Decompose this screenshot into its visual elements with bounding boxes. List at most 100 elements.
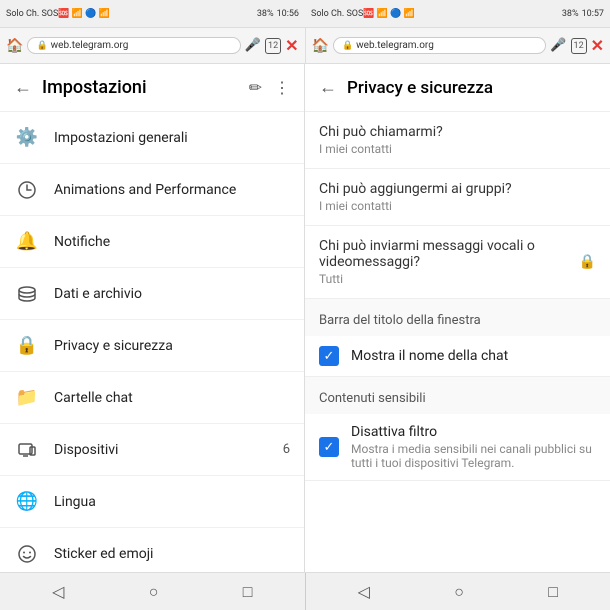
- left-home-icon[interactable]: 🏠: [6, 38, 23, 54]
- right-mic-icon[interactable]: 🎤: [550, 38, 566, 53]
- right-close-icon[interactable]: ✕: [591, 36, 604, 55]
- toggle-mostra-nome-chat[interactable]: ✓ Mostra il nome della chat: [305, 336, 610, 377]
- chi-puo-chiamarmi-title: Chi può chiamarmi?: [319, 124, 596, 140]
- settings-item-dispositivi[interactable]: Dispositivi 6: [0, 424, 304, 476]
- left-status-bar: Solo Ch. SOS🆘 📶 🔵 📶 38% 10:56: [0, 0, 305, 28]
- left-header-actions: ✏ ⋮: [249, 78, 290, 97]
- mostra-nome-chat-text: Mostra il nome della chat: [351, 348, 596, 364]
- disattiva-filtro-text: Disattiva filtro Mostra i media sensibil…: [351, 424, 596, 470]
- toggle-disattiva-filtro[interactable]: ✓ Disattiva filtro Mostra i media sensib…: [305, 414, 610, 481]
- left-url-text: web.telegram.org: [51, 40, 129, 51]
- chi-puo-aggiungermi-value: I miei contatti: [319, 199, 596, 213]
- left-url-bar[interactable]: 🏠 🔒 web.telegram.org 🎤 12 ✕: [0, 28, 306, 63]
- chi-puo-inviarmi-title: Chi può inviarmi messaggi vocali o video…: [319, 238, 573, 270]
- mostra-nome-chat-checkbox[interactable]: ✓: [319, 346, 339, 366]
- left-bottom-nav: ◁ ○ □: [0, 573, 306, 610]
- animations-label: Animations and Performance: [54, 182, 290, 198]
- privacy-sicurezza-icon: 🔒: [14, 333, 40, 359]
- chi-puo-inviarmi-value: Tutti: [319, 272, 573, 286]
- right-url-bar[interactable]: 🏠 🔒 web.telegram.org 🎤 12 ✕: [306, 28, 610, 63]
- left-nav-square[interactable]: □: [235, 578, 261, 606]
- right-nav-square[interactable]: □: [540, 578, 566, 606]
- barra-titolo-section-header: Barra del titolo della finestra: [305, 299, 610, 336]
- dispositivi-label: Dispositivi: [54, 442, 269, 458]
- left-nav-back[interactable]: ◁: [44, 578, 72, 605]
- privacy-item-chi-puo-chiamarmi[interactable]: Chi può chiamarmi? I miei contatti: [305, 112, 610, 169]
- impostazioni-generali-icon: ⚙️: [14, 125, 40, 151]
- cartelle-chat-label: Cartelle chat: [54, 390, 290, 406]
- dispositivi-badge: 6: [283, 442, 290, 457]
- chi-puo-chiamarmi-value: I miei contatti: [319, 142, 596, 156]
- privacy-sicurezza-label: Privacy e sicurezza: [54, 338, 290, 354]
- edit-icon[interactable]: ✏: [249, 78, 262, 97]
- disattiva-filtro-sublabel: Mostra i media sensibili nei canali pubb…: [351, 442, 596, 470]
- right-url-actions: 🎤 12 ✕: [550, 36, 604, 55]
- right-nav-home[interactable]: ○: [446, 578, 472, 606]
- dati-archivio-label: Dati e archivio: [54, 286, 290, 302]
- right-status-bar: Solo Ch. SOS🆘 📶 🔵 📶 38% 10:57: [305, 0, 610, 28]
- notifiche-label: Notifiche: [54, 234, 290, 250]
- privacy-item-chi-puo-inviarmi[interactable]: Chi può inviarmi messaggi vocali o video…: [305, 226, 610, 299]
- left-tab-count[interactable]: 12: [265, 38, 281, 54]
- left-close-icon[interactable]: ✕: [285, 36, 298, 55]
- settings-item-animations-performance[interactable]: Animations and Performance: [0, 164, 304, 216]
- right-panel-header: ← Privacy e sicurezza: [305, 64, 610, 112]
- right-battery: 38%: [562, 9, 579, 19]
- impostazioni-generali-label: Impostazioni generali: [54, 130, 290, 146]
- mostra-nome-chat-label: Mostra il nome della chat: [351, 348, 596, 364]
- left-panel-title: Impostazioni: [42, 77, 239, 98]
- settings-item-impostazioni-generali[interactable]: ⚙️ Impostazioni generali: [0, 112, 304, 164]
- dispositivi-icon: [14, 437, 40, 463]
- left-address-bar[interactable]: 🔒 web.telegram.org: [27, 37, 240, 54]
- cartelle-chat-icon: 📁: [14, 385, 40, 411]
- main-panels: ← Impostazioni ✏ ⋮ ⚙️ Impostazioni gener…: [0, 64, 610, 572]
- right-tab-count[interactable]: 12: [571, 38, 587, 54]
- right-url-text: web.telegram.org: [356, 40, 434, 51]
- settings-item-sticker-emoji[interactable]: Sticker ed emoji: [0, 528, 304, 572]
- disattiva-filtro-label: Disattiva filtro: [351, 424, 596, 440]
- right-bottom-nav: ◁ ○ □: [306, 573, 610, 610]
- chi-puo-inviarmi-row: Chi può inviarmi messaggi vocali o video…: [319, 238, 596, 286]
- right-lock-icon: 🔒: [342, 41, 353, 51]
- left-url-actions: 🎤 12 ✕: [245, 36, 299, 55]
- settings-item-privacy-sicurezza[interactable]: 🔒 Privacy e sicurezza: [0, 320, 304, 372]
- right-content: Chi può chiamarmi? I miei contatti Chi p…: [305, 112, 610, 572]
- left-status-time: 38% 10:56: [257, 9, 299, 19]
- notifiche-icon: 🔔: [14, 229, 40, 255]
- right-status-time: 38% 10:57: [562, 9, 604, 19]
- dati-archivio-icon: [14, 281, 40, 307]
- lingua-label: Lingua: [54, 494, 290, 510]
- right-nav-back[interactable]: ◁: [350, 578, 378, 605]
- disattiva-filtro-checkbox[interactable]: ✓: [319, 437, 339, 457]
- chi-puo-aggiungermi-title: Chi può aggiungermi ai gruppi?: [319, 181, 596, 197]
- more-icon[interactable]: ⋮: [274, 78, 290, 97]
- settings-list: ⚙️ Impostazioni generali Animations and …: [0, 112, 304, 572]
- settings-item-notifiche[interactable]: 🔔 Notifiche: [0, 216, 304, 268]
- url-bars: 🏠 🔒 web.telegram.org 🎤 12 ✕ 🏠 🔒 web.tele…: [0, 28, 610, 64]
- sticker-emoji-label: Sticker ed emoji: [54, 546, 290, 562]
- left-battery: 38%: [257, 9, 274, 19]
- contenuti-sensibili-section-header: Contenuti sensibili: [305, 377, 610, 414]
- left-status-info: Solo Ch. SOS🆘 📶 🔵 📶: [6, 9, 110, 19]
- left-mic-icon[interactable]: 🎤: [245, 38, 261, 53]
- sticker-emoji-icon: [14, 541, 40, 567]
- animations-icon: [14, 177, 40, 203]
- settings-item-cartelle-chat[interactable]: 📁 Cartelle chat: [0, 372, 304, 424]
- right-back-button[interactable]: ←: [319, 77, 337, 98]
- right-panel: ← Privacy e sicurezza Chi può chiamarmi?…: [305, 64, 610, 572]
- left-nav-home[interactable]: ○: [141, 578, 167, 606]
- lingua-icon: 🌐: [14, 489, 40, 515]
- bottom-nav: ◁ ○ □ ◁ ○ □: [0, 572, 610, 610]
- settings-item-lingua[interactable]: 🌐 Lingua: [0, 476, 304, 528]
- settings-item-dati-archivio[interactable]: Dati e archivio: [0, 268, 304, 320]
- left-lock-icon: 🔒: [36, 41, 47, 51]
- left-back-button[interactable]: ←: [14, 77, 32, 98]
- privacy-item-chi-puo-aggiungermi[interactable]: Chi può aggiungermi ai gruppi? I miei co…: [305, 169, 610, 226]
- left-panel: ← Impostazioni ✏ ⋮ ⚙️ Impostazioni gener…: [0, 64, 305, 572]
- right-address-bar[interactable]: 🔒 web.telegram.org: [333, 37, 546, 54]
- chi-puo-inviarmi-lock-icon: 🔒: [579, 254, 596, 270]
- status-bars: Solo Ch. SOS🆘 📶 🔵 📶 38% 10:56 Solo Ch. S…: [0, 0, 610, 28]
- right-time: 10:57: [582, 9, 604, 19]
- left-panel-header: ← Impostazioni ✏ ⋮: [0, 64, 304, 112]
- right-home-icon[interactable]: 🏠: [312, 38, 329, 54]
